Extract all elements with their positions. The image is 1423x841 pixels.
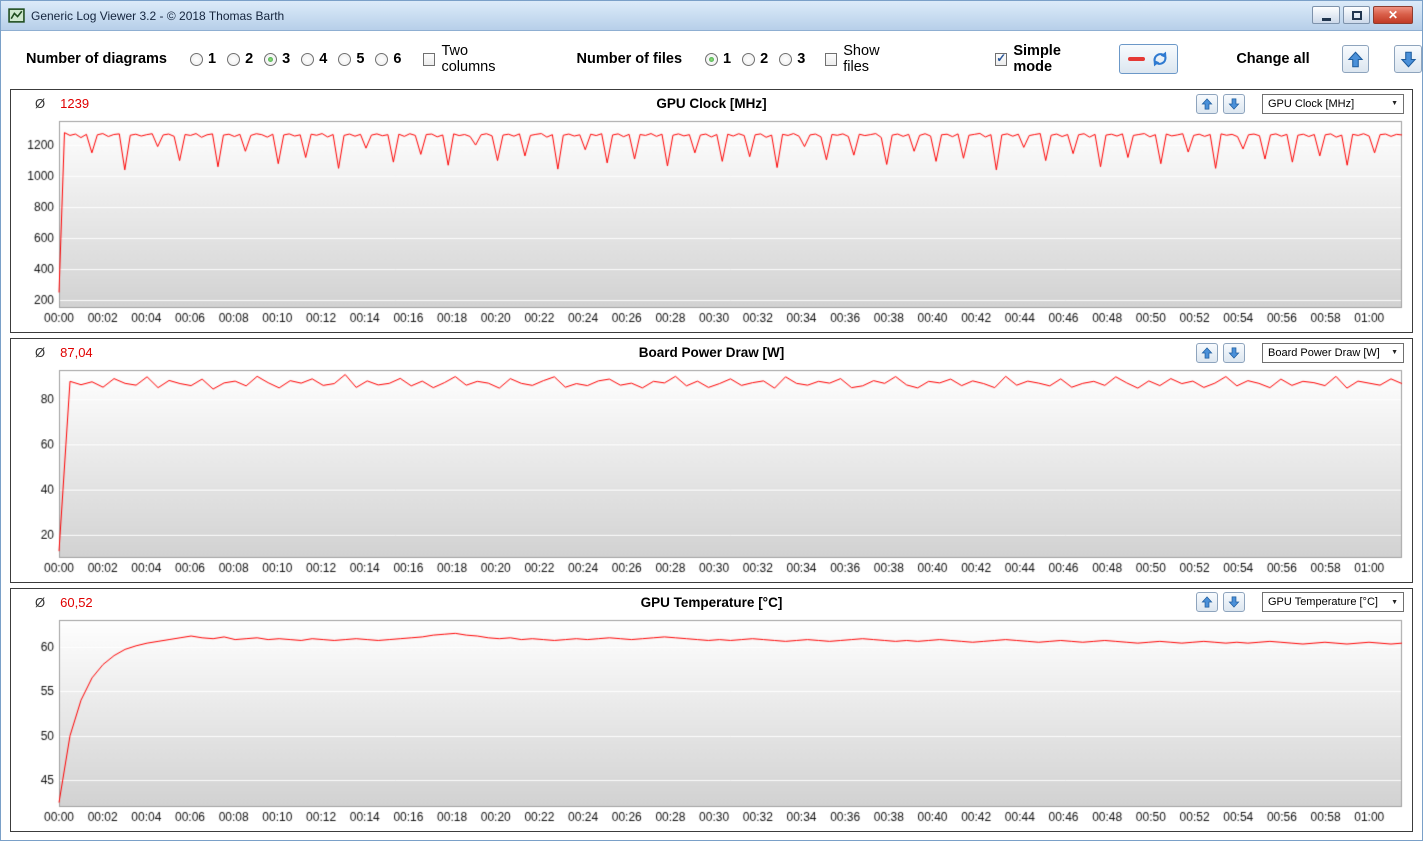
arrow-down-icon [1228, 596, 1240, 608]
close-button[interactable]: ✕ [1373, 6, 1413, 24]
arrow-up-icon [1347, 51, 1364, 68]
move-up-button[interactable] [1196, 94, 1218, 114]
minimize-icon [1322, 18, 1331, 21]
refresh-icon [1151, 50, 1169, 68]
show-files-checkbox[interactable]: ✓ Show files [825, 43, 903, 75]
average-readout: Ø 1239 [35, 96, 89, 111]
panel-controls: Board Power Draw [W] ▼ [1196, 343, 1404, 363]
metric-dropdown[interactable]: GPU Clock [MHz] ▼ [1262, 94, 1404, 114]
arrow-up-icon [1201, 347, 1213, 359]
panel-board-power: Ø 87,04 Board Power Draw [W] Board Power… [10, 338, 1413, 582]
diagrams-radio-2[interactable]: 2 [227, 51, 253, 67]
window-controls: ✕ [1312, 6, 1413, 24]
line-color-refresh-button[interactable] [1119, 44, 1178, 74]
metric-dropdown[interactable]: Board Power Draw [W] ▼ [1262, 343, 1404, 363]
move-down-button[interactable] [1223, 94, 1245, 114]
arrow-up-icon [1201, 98, 1213, 110]
average-value: 87,04 [60, 345, 93, 360]
chart-panels: Ø 1239 GPU Clock [MHz] GPU Clock [MHz] ▼ [1, 87, 1422, 840]
average-symbol: Ø [35, 96, 45, 111]
panel-gpu-clock: Ø 1239 GPU Clock [MHz] GPU Clock [MHz] ▼ [10, 89, 1413, 333]
simple-mode-checkbox[interactable]: ✓ Simple mode [995, 43, 1095, 75]
change-all-down-button[interactable] [1394, 45, 1422, 73]
window-title: Generic Log Viewer 3.2 - © 2018 Thomas B… [31, 9, 284, 23]
toolbar: Number of diagrams 1 2 3 4 5 6 ✓ Two col… [1, 31, 1422, 87]
radio-icon [190, 53, 203, 66]
chart-area [11, 116, 1412, 332]
arrow-down-icon [1400, 51, 1417, 68]
files-radio-3[interactable]: 3 [779, 51, 805, 67]
panel-gpu-temperature: Ø 60,52 GPU Temperature [°C] GPU Tempera… [10, 588, 1413, 832]
line-color-swatch [1128, 57, 1145, 61]
chevron-down-icon: ▼ [1391, 100, 1398, 107]
diagrams-radio-6[interactable]: 6 [375, 51, 401, 67]
panel-header: Ø 87,04 Board Power Draw [W] Board Power… [11, 340, 1412, 365]
change-all-label: Change all [1236, 51, 1309, 67]
number-of-diagrams-label: Number of diagrams [26, 51, 167, 67]
average-readout: Ø 87,04 [35, 345, 93, 360]
move-up-button[interactable] [1196, 343, 1218, 363]
app-window: Generic Log Viewer 3.2 - © 2018 Thomas B… [0, 0, 1423, 841]
number-of-files-label: Number of files [576, 51, 682, 67]
panel-controls: GPU Temperature [°C] ▼ [1196, 592, 1404, 612]
checkbox-checked-icon: ✓ [995, 53, 1007, 66]
radio-icon [227, 53, 240, 66]
titlebar: Generic Log Viewer 3.2 - © 2018 Thomas B… [1, 1, 1422, 31]
move-down-button[interactable] [1223, 592, 1245, 612]
maximize-icon [1352, 11, 1362, 20]
files-radio-1[interactable]: 1 [705, 51, 731, 67]
minimize-button[interactable] [1312, 6, 1340, 24]
arrow-down-icon [1228, 347, 1240, 359]
average-value: 1239 [60, 96, 89, 111]
radio-selected-icon [705, 53, 718, 66]
panel-header: Ø 1239 GPU Clock [MHz] GPU Clock [MHz] ▼ [11, 91, 1412, 116]
move-down-button[interactable] [1223, 343, 1245, 363]
chevron-down-icon: ▼ [1391, 599, 1398, 606]
metric-dropdown[interactable]: GPU Temperature [°C] ▼ [1262, 592, 1404, 612]
chart-area [11, 365, 1412, 581]
average-readout: Ø 60,52 [35, 595, 93, 610]
checkbox-icon: ✓ [423, 53, 435, 66]
close-icon: ✕ [1388, 9, 1398, 21]
diagrams-radio-1[interactable]: 1 [190, 51, 216, 67]
panel-controls: GPU Clock [MHz] ▼ [1196, 94, 1404, 114]
chart-canvas-board-power[interactable] [11, 365, 1412, 581]
change-all-up-button[interactable] [1342, 45, 1370, 73]
radio-selected-icon [264, 53, 277, 66]
move-up-button[interactable] [1196, 592, 1218, 612]
files-radio-2[interactable]: 2 [742, 51, 768, 67]
radio-icon [338, 53, 351, 66]
average-symbol: Ø [35, 595, 45, 610]
average-value: 60,52 [60, 595, 93, 610]
app-icon [8, 7, 25, 24]
checkbox-icon: ✓ [825, 53, 837, 66]
radio-icon [375, 53, 388, 66]
radio-icon [779, 53, 792, 66]
diagrams-radio-3[interactable]: 3 [264, 51, 290, 67]
chevron-down-icon: ▼ [1391, 349, 1398, 356]
radio-icon [301, 53, 314, 66]
arrow-up-icon [1201, 596, 1213, 608]
average-symbol: Ø [35, 345, 45, 360]
chart-area [11, 615, 1412, 831]
diagrams-radio-4[interactable]: 4 [301, 51, 327, 67]
two-columns-checkbox[interactable]: ✓ Two columns [423, 43, 518, 75]
radio-icon [742, 53, 755, 66]
maximize-button[interactable] [1343, 6, 1370, 24]
arrow-down-icon [1228, 98, 1240, 110]
chart-canvas-gpu-clock[interactable] [11, 116, 1412, 332]
chart-canvas-gpu-temperature[interactable] [11, 615, 1412, 831]
panel-header: Ø 60,52 GPU Temperature [°C] GPU Tempera… [11, 590, 1412, 615]
diagrams-radio-5[interactable]: 5 [338, 51, 364, 67]
